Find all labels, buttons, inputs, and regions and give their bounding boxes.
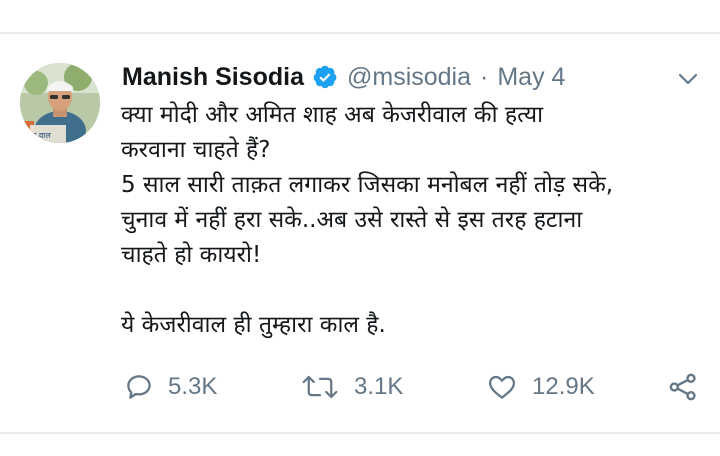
tweet-text-line: चाहते हो कायरो!: [121, 242, 262, 268]
share-button[interactable]: [667, 367, 699, 407]
chevron-down-icon[interactable]: [676, 67, 700, 91]
reply-icon: [124, 372, 154, 402]
reply-button[interactable]: 5.3K: [124, 367, 217, 407]
author-name[interactable]: Manish Sisodia: [122, 63, 304, 92]
tweet-text-line: करवाना चाहते हैं?: [121, 137, 271, 163]
separator-dot: ·: [480, 62, 489, 91]
retweet-icon: [300, 372, 340, 402]
retweet-count: 3.1K: [354, 373, 404, 400]
bottom-divider: [0, 432, 720, 434]
tweet-text-line: ये केजरीवाल ही तुम्हारा काल है.: [121, 312, 386, 338]
avatar[interactable]: र वाल: [20, 63, 100, 143]
author-handle[interactable]: @msisodia: [347, 63, 471, 92]
tweet-actions: 5.3K 3.1K 12.9K: [0, 367, 720, 407]
share-icon: [667, 371, 699, 403]
tweet-text-line: क्या मोदी और अमित शाह अब केजरीवाल की हत्…: [121, 102, 544, 128]
tweet-header: Manish Sisodia @msisodia · May 4: [122, 61, 565, 93]
tweet-text: क्या मोदी और अमित शाह अब केजरीवाल की हत्…: [121, 98, 711, 343]
verified-badge-icon: [312, 64, 338, 90]
like-button[interactable]: 12.9K: [486, 367, 595, 407]
tweet-card[interactable]: र वाल Manish Sisodia @msisodia · May 4 क…: [0, 34, 720, 432]
like-count: 12.9K: [532, 373, 595, 400]
reply-count: 5.3K: [168, 373, 218, 400]
tweet-text-line: चुनाव में नहीं हरा सके..अब उसे रास्ते से…: [121, 207, 583, 233]
tweet-date[interactable]: May 4: [497, 63, 565, 92]
heart-icon: [486, 372, 518, 402]
avatar-caption: र वाल: [33, 131, 51, 140]
retweet-button[interactable]: 3.1K: [300, 367, 403, 407]
tweet-text-line: 5 साल सारी ताक़त लगाकर जिसका मनोबल नहीं …: [121, 172, 614, 198]
